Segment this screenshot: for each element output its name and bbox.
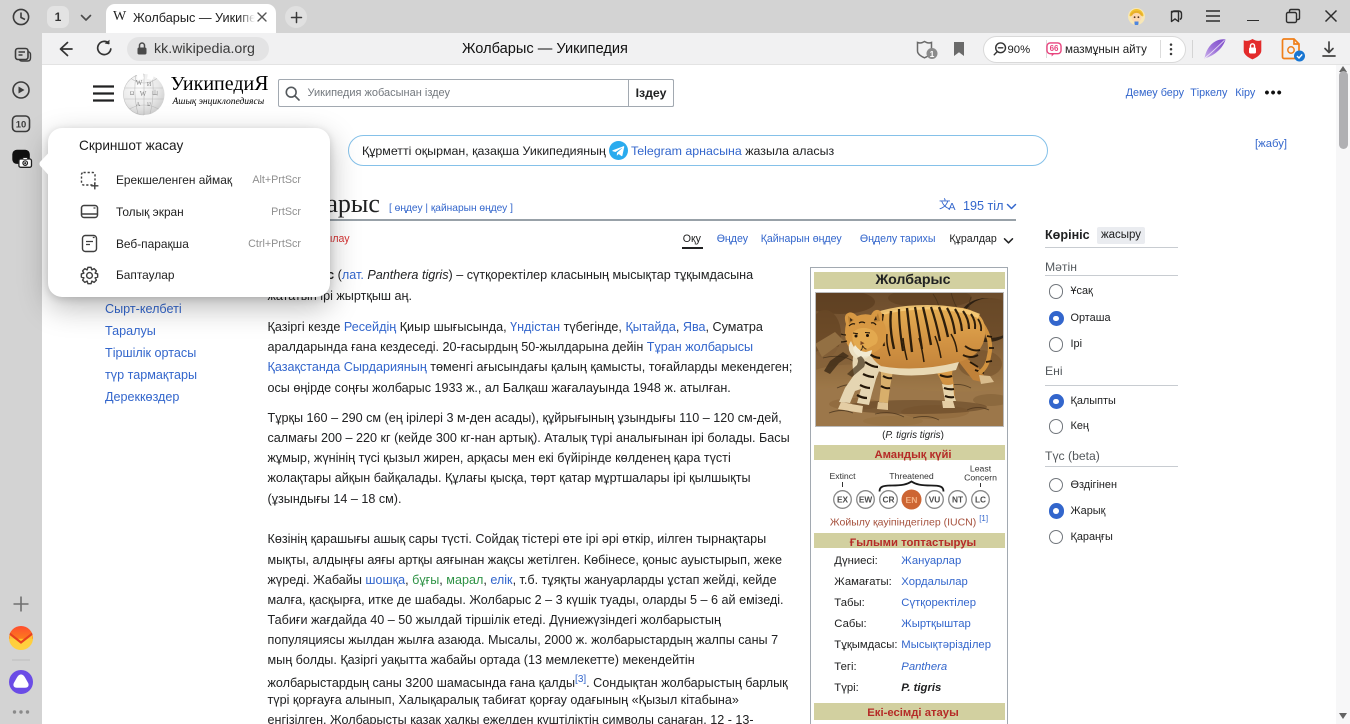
svg-text:EW: EW (859, 495, 873, 505)
svg-text:10: 10 (16, 120, 27, 131)
svg-text:66: 66 (1050, 44, 1059, 53)
svg-text:NT: NT (952, 495, 963, 505)
svg-text:W: W (136, 79, 143, 87)
svg-text:VU: VU (929, 495, 941, 505)
svg-text:И: И (147, 82, 152, 88)
svg-text:W: W (140, 90, 147, 98)
svg-text:Concern: Concern (964, 473, 997, 483)
svg-text:EX: EX (837, 495, 849, 505)
svg-text:CR: CR (883, 495, 895, 505)
svg-text:山: 山 (152, 89, 158, 97)
svg-text:1: 1 (930, 49, 935, 59)
svg-text:Extinct: Extinct (829, 471, 856, 481)
svg-text:EN: EN (906, 495, 918, 505)
svg-text:А: А (136, 102, 141, 108)
svg-text:LC: LC (975, 495, 986, 505)
svg-text:Threatened: Threatened (889, 471, 934, 481)
svg-text:Ω: Ω (130, 91, 135, 97)
